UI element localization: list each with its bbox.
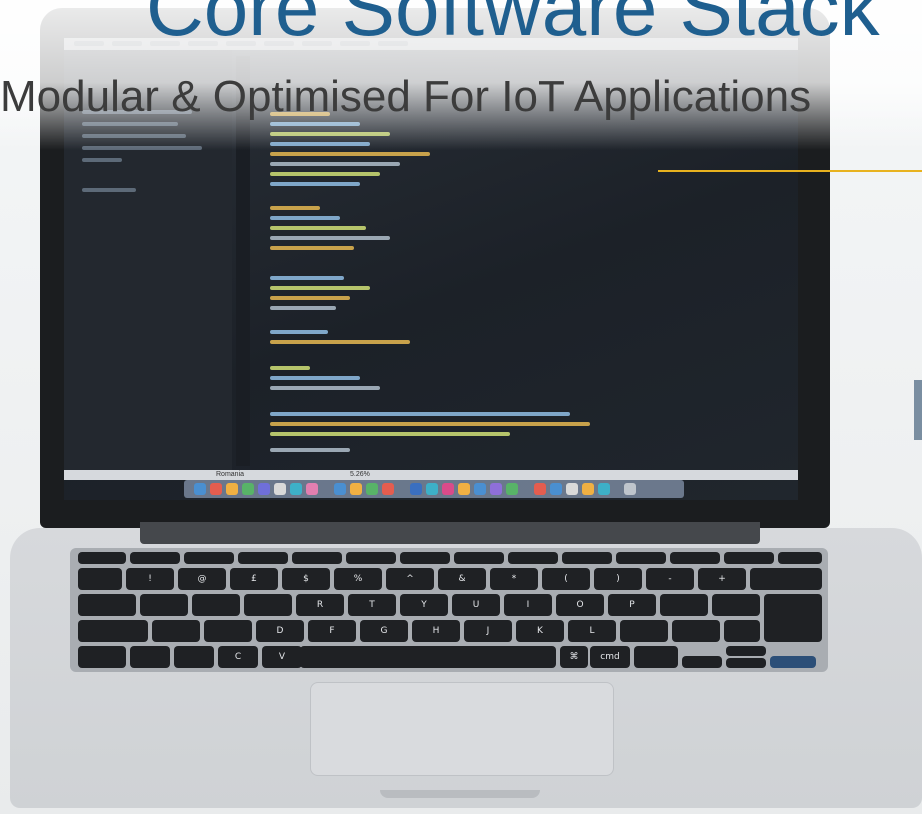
- key-dollar: $: [282, 568, 330, 590]
- key: [616, 552, 666, 564]
- key: [660, 594, 708, 616]
- key-lparen: (: [542, 568, 590, 590]
- key: [130, 646, 170, 668]
- key-option: [634, 646, 678, 668]
- key-o: O: [556, 594, 604, 616]
- key-space: [300, 646, 556, 668]
- key: [204, 620, 252, 642]
- key: [778, 552, 822, 564]
- key: [78, 552, 126, 564]
- key-j: J: [464, 620, 512, 642]
- key-arrow-left: [682, 656, 722, 668]
- lid-opening-notch: [380, 790, 540, 798]
- key-at: @: [178, 568, 226, 590]
- key-i: I: [504, 594, 552, 616]
- key: [140, 594, 188, 616]
- key-caps: [78, 620, 148, 642]
- key-v: V: [262, 646, 302, 668]
- status-mid-text: 5.26%: [350, 471, 370, 478]
- key-t: T: [348, 594, 396, 616]
- key-plus: +: [698, 568, 746, 590]
- key: [192, 594, 240, 616]
- key-tab: [78, 594, 136, 616]
- key: [238, 552, 288, 564]
- key: [400, 552, 450, 564]
- key: [184, 552, 234, 564]
- key-pound: £: [230, 568, 278, 590]
- key-minus: -: [646, 568, 694, 590]
- key-exclaim: !: [126, 568, 174, 590]
- key: [672, 620, 720, 642]
- key-asterisk: *: [490, 568, 538, 590]
- key-h: H: [412, 620, 460, 642]
- key-g: G: [360, 620, 408, 642]
- key-rparen: ): [594, 568, 642, 590]
- key: [508, 552, 558, 564]
- key-y: Y: [400, 594, 448, 616]
- key-backspace: [750, 568, 822, 590]
- key: [130, 552, 180, 564]
- key: [346, 552, 396, 564]
- key-r: R: [296, 594, 344, 616]
- key: [78, 568, 122, 590]
- status-left-text: Romania: [216, 471, 245, 478]
- key-return: [764, 594, 822, 642]
- key-c: C: [218, 646, 258, 668]
- key: [724, 552, 774, 564]
- key: [174, 646, 214, 668]
- key: [724, 620, 760, 642]
- key: [670, 552, 720, 564]
- keyboard: ! @ £ $ % ^ & * ( ) - + R T Y U I O P D …: [70, 548, 828, 672]
- key: [454, 552, 504, 564]
- page-title: Core Software Stack: [146, 0, 880, 52]
- key-f: F: [308, 620, 356, 642]
- key: [292, 552, 342, 564]
- trackpad: [310, 682, 614, 776]
- key-cmd: cmd: [590, 646, 630, 668]
- key-percent: %: [334, 568, 382, 590]
- key: [78, 646, 126, 668]
- key-arrow-down: [726, 658, 766, 668]
- edge-glint: [914, 380, 922, 440]
- key-l: L: [568, 620, 616, 642]
- key: [620, 620, 668, 642]
- key-u: U: [452, 594, 500, 616]
- key: [712, 594, 760, 616]
- key: [152, 620, 200, 642]
- key-cmd-symbol: ⌘: [560, 646, 588, 668]
- screen-dock: [184, 480, 684, 498]
- accent-divider: [658, 170, 922, 172]
- page-subtitle: Modular & Optimised For IoT Applications: [0, 72, 812, 121]
- key: [244, 594, 292, 616]
- key-arrow-up: [726, 646, 766, 656]
- key-p: P: [608, 594, 656, 616]
- key-k: K: [516, 620, 564, 642]
- key: [562, 552, 612, 564]
- key-d: D: [256, 620, 304, 642]
- screen-status-strip: Romania 5.26%: [64, 470, 798, 480]
- key-caret: ^: [386, 568, 434, 590]
- key-ampersand: &: [438, 568, 486, 590]
- key-arrow-right: [770, 656, 816, 668]
- laptop-hinge: [140, 522, 760, 544]
